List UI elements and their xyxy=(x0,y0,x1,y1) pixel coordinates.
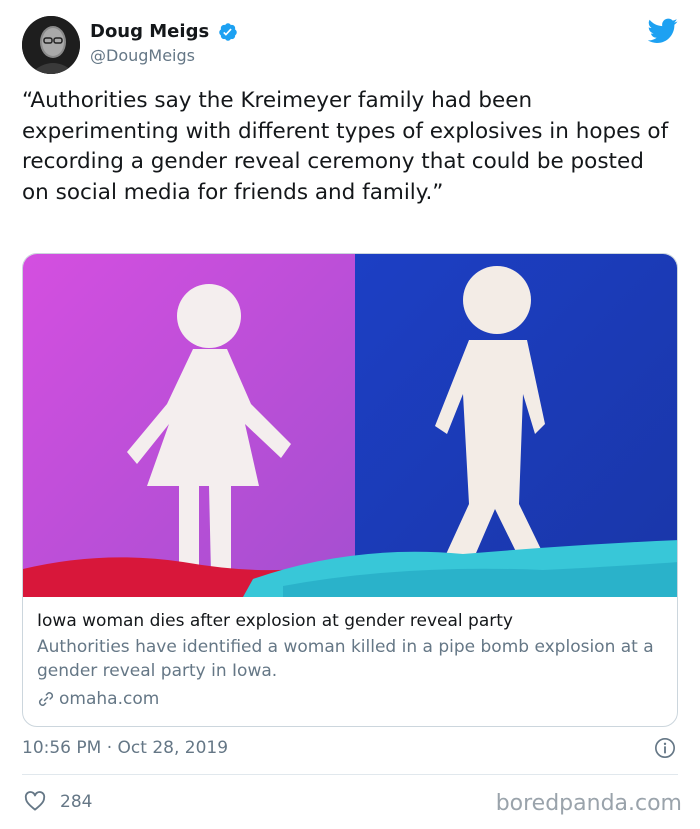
tweet-header: Doug Meigs @DougMeigs xyxy=(22,16,680,76)
divider xyxy=(22,774,678,775)
author-display-name[interactable]: Doug Meigs xyxy=(90,21,209,43)
watermark: boredpanda.com xyxy=(495,791,682,816)
heart-icon[interactable] xyxy=(24,791,46,811)
avatar-photo-icon xyxy=(22,16,80,74)
card-domain[interactable]: omaha.com xyxy=(37,687,667,711)
tweet-text: “Authorities say the Kreimeyer family ha… xyxy=(22,88,669,205)
card-domain-text: omaha.com xyxy=(59,689,160,709)
author-info: Doug Meigs @DougMeigs xyxy=(90,21,238,66)
verified-badge-icon xyxy=(219,23,238,41)
tweet-meta: 10:56 PM · Oct 28, 2019 xyxy=(22,736,678,762)
tweet-footer: 284 boredpanda.com xyxy=(22,787,682,817)
card-title[interactable]: Iowa woman dies after explosion at gende… xyxy=(37,609,667,633)
author-handle[interactable]: @DougMeigs xyxy=(90,46,238,66)
card-body: Iowa woman dies after explosion at gende… xyxy=(37,609,667,711)
gender-figures-image xyxy=(23,254,677,597)
link-icon xyxy=(38,692,54,706)
card-description: Authorities have identified a woman kill… xyxy=(37,637,654,681)
info-icon[interactable] xyxy=(654,737,676,759)
like-count[interactable]: 284 xyxy=(60,790,92,814)
avatar[interactable] xyxy=(22,16,80,74)
link-preview-card[interactable]: Iowa woman dies after explosion at gende… xyxy=(22,253,678,727)
twitter-bird-icon[interactable] xyxy=(648,18,678,44)
tweet-timestamp[interactable]: 10:56 PM · Oct 28, 2019 xyxy=(22,738,228,758)
